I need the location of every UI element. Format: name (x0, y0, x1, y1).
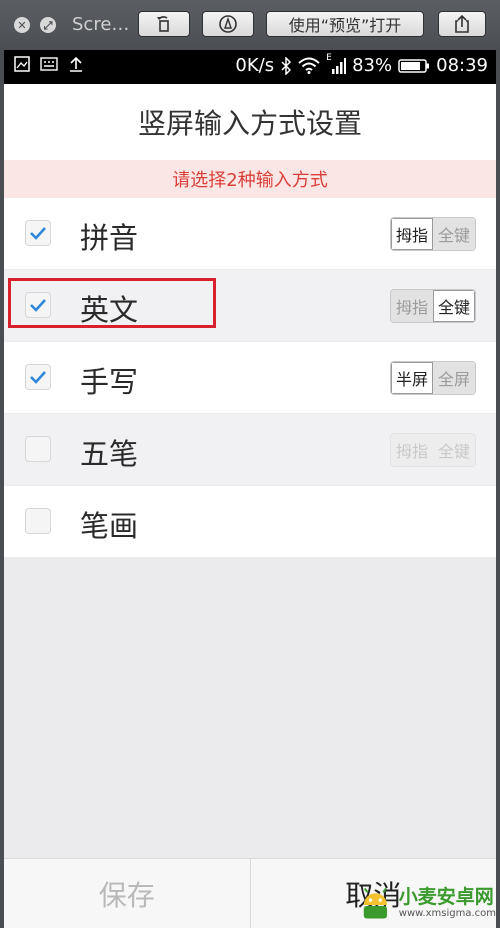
rotate-button[interactable] (138, 11, 190, 37)
markup-icon (219, 15, 237, 33)
list-item-wubi[interactable]: 五笔 拇指 全键 (4, 414, 496, 486)
option-full-keyboard[interactable]: 全键 (433, 218, 475, 250)
markup-button[interactable] (202, 11, 254, 37)
option-thumb[interactable]: 拇指 (391, 290, 433, 322)
option-thumb: 拇指 (391, 434, 433, 466)
close-window-icon[interactable]: ✕ (14, 17, 30, 33)
highlight-box (8, 278, 216, 328)
list-item-pinyin[interactable]: 拼音 拇指 全键 (4, 198, 496, 270)
watermark-url: www.xmsigma.com (398, 908, 496, 919)
input-method-list: 拼音 拇指 全键 英文 拇指 全键 手写 半屏 全屏 五笔 拇指 全键 笔画 (4, 198, 496, 558)
signal-indicator: E (326, 53, 347, 75)
checkbox-pinyin[interactable] (25, 220, 51, 246)
layout-toggle-wubi: 拇指 全键 (390, 433, 476, 467)
fullscreen-icon[interactable]: ⤢ (40, 17, 56, 33)
option-full-keyboard: 全键 (433, 434, 475, 466)
row-label: 五笔 (80, 437, 139, 471)
watermark-title: 小麦安卓网 (398, 886, 494, 908)
check-icon (30, 227, 46, 240)
open-with-preview-button[interactable]: 使用“预览”打开 (266, 11, 424, 37)
notice-banner: 请选择2种输入方式 (4, 160, 496, 198)
share-button[interactable] (438, 11, 486, 37)
wifi-icon (298, 57, 320, 74)
row-label: 笔画 (80, 509, 139, 543)
status-bar: 0K/s E 83% 08:39 (4, 50, 496, 84)
share-icon (455, 14, 469, 33)
option-thumb[interactable]: 拇指 (391, 218, 433, 250)
signal-icon (332, 57, 347, 74)
checkbox-handwriting[interactable] (25, 364, 51, 390)
quicklook-toolbar: ✕ ⤢ Scre… 使用“预览”打开 (0, 0, 500, 50)
rotate-icon (157, 16, 169, 32)
list-item-handwriting[interactable]: 手写 半屏 全屏 (4, 342, 496, 414)
checkbox-wubi[interactable] (25, 436, 51, 462)
network-speed: 0K/s (235, 55, 275, 76)
option-half-screen[interactable]: 半屏 (391, 362, 433, 394)
battery-percent: 83% (352, 55, 393, 76)
layout-toggle-pinyin[interactable]: 拇指 全键 (390, 217, 476, 251)
check-icon (30, 371, 46, 384)
upload-icon (70, 56, 82, 72)
watermark: 小麦安卓网 www.xmsigma.com (356, 880, 496, 926)
layout-toggle-handwriting[interactable]: 半屏 全屏 (390, 361, 476, 395)
window-title: Scre… (72, 14, 130, 35)
option-full-screen[interactable]: 全屏 (433, 362, 475, 394)
checkbox-stroke[interactable] (25, 508, 51, 534)
page-title: 竖屏输入方式设置 (4, 84, 496, 161)
bluetooth-icon (281, 56, 292, 75)
option-full-keyboard[interactable]: 全键 (433, 290, 475, 322)
battery-icon (398, 58, 430, 73)
save-button[interactable]: 保存 (4, 859, 251, 928)
row-label: 拼音 (80, 221, 139, 255)
layout-toggle-english[interactable]: 拇指 全键 (390, 289, 476, 323)
phone-screen: 0K/s E 83% 08:39 竖屏输入方式设置 请选择2种输入方式 拼音 拇… (4, 50, 496, 928)
row-label: 手写 (80, 365, 139, 399)
clock: 08:39 (436, 55, 488, 76)
keyboard-icon (40, 57, 58, 71)
gallery-icon (14, 56, 30, 72)
list-item-stroke[interactable]: 笔画 (4, 486, 496, 558)
android-logo-icon (363, 887, 388, 919)
